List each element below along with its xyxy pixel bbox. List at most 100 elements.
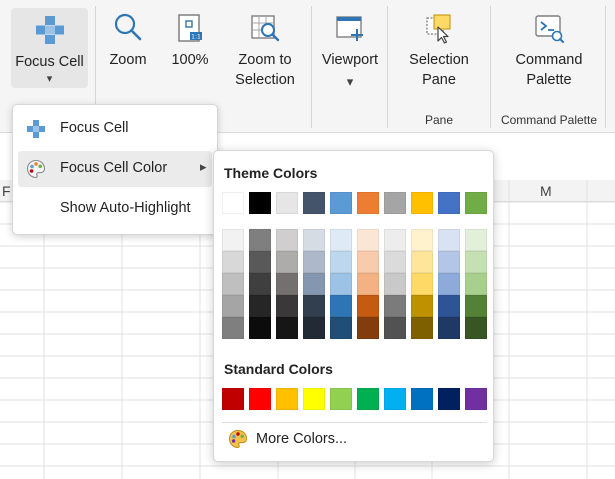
menu-item-focus-cell-color[interactable]: Focus Cell Color ▸ xyxy=(18,151,212,187)
color-swatch[interactable] xyxy=(384,273,406,295)
color-swatch[interactable] xyxy=(249,295,271,317)
color-swatch[interactable] xyxy=(357,251,379,273)
svg-text:1:1: 1:1 xyxy=(191,34,201,41)
color-swatch[interactable] xyxy=(303,251,325,273)
color-swatch[interactable] xyxy=(411,388,433,410)
color-swatch[interactable] xyxy=(222,229,244,251)
focus-cell-ribbon[interactable]: Focus Cell ▾ xyxy=(11,14,88,86)
color-swatch[interactable] xyxy=(303,273,325,295)
ribbon-separator xyxy=(311,6,312,128)
color-swatch[interactable] xyxy=(384,317,406,339)
color-swatch[interactable] xyxy=(303,388,325,410)
color-swatch[interactable] xyxy=(465,295,487,317)
color-swatch[interactable] xyxy=(411,295,433,317)
color-swatch[interactable] xyxy=(330,388,352,410)
color-swatch[interactable] xyxy=(303,295,325,317)
color-swatch[interactable] xyxy=(249,388,271,410)
focus-cell-icon xyxy=(27,120,45,138)
zoom-100-button[interactable]: 1:1 100% xyxy=(166,12,214,70)
color-swatch[interactable] xyxy=(330,251,352,273)
color-swatch[interactable] xyxy=(357,192,379,214)
zoom-label: Zoom xyxy=(109,52,147,68)
color-swatch[interactable] xyxy=(411,251,433,273)
color-swatch[interactable] xyxy=(384,388,406,410)
color-swatch[interactable] xyxy=(357,317,379,339)
color-swatch[interactable] xyxy=(222,192,244,214)
color-swatch[interactable] xyxy=(357,295,379,317)
color-swatch[interactable] xyxy=(357,273,379,295)
color-swatch[interactable] xyxy=(222,251,244,273)
color-swatch[interactable] xyxy=(249,251,271,273)
menu-item-focus-cell[interactable]: Focus Cell xyxy=(18,111,212,147)
color-swatch[interactable] xyxy=(276,229,298,251)
color-swatch[interactable] xyxy=(438,229,460,251)
color-swatch[interactable] xyxy=(222,317,244,339)
color-swatch[interactable] xyxy=(222,273,244,295)
color-swatch[interactable] xyxy=(357,229,379,251)
ribbon-separator xyxy=(490,6,491,128)
color-swatch[interactable] xyxy=(465,251,487,273)
focus-cell-menu: Focus Cell Focus Cell Color ▸ Show Auto-… xyxy=(12,104,218,235)
color-swatch[interactable] xyxy=(384,229,406,251)
color-swatch[interactable] xyxy=(276,295,298,317)
color-swatch[interactable] xyxy=(465,317,487,339)
command-palette-button[interactable]: Command Palette xyxy=(504,12,594,90)
selection-pane-button[interactable]: Selection Pane xyxy=(399,12,479,90)
theme-colors-title: Theme Colors xyxy=(224,165,318,181)
color-swatch[interactable] xyxy=(249,317,271,339)
color-swatch[interactable] xyxy=(222,295,244,317)
command-palette-group-label: Command Palette xyxy=(500,113,598,127)
color-swatch[interactable] xyxy=(465,229,487,251)
color-swatch[interactable] xyxy=(465,388,487,410)
viewport-label: Viewport xyxy=(321,52,379,68)
color-swatch[interactable] xyxy=(411,273,433,295)
standard-colors-title: Standard Colors xyxy=(224,361,333,377)
color-swatch[interactable] xyxy=(222,388,244,410)
color-swatch[interactable] xyxy=(330,229,352,251)
color-swatch[interactable] xyxy=(465,273,487,295)
command-palette-line1: Command xyxy=(515,52,583,68)
viewport-button[interactable]: Viewport ▾ xyxy=(316,12,384,92)
color-swatch[interactable] xyxy=(330,317,352,339)
color-swatch[interactable] xyxy=(303,317,325,339)
color-swatch[interactable] xyxy=(330,273,352,295)
focus-cell-icon xyxy=(35,16,64,44)
color-swatch[interactable] xyxy=(384,192,406,214)
zoom-button[interactable]: Zoom xyxy=(103,12,153,70)
color-swatch[interactable] xyxy=(249,229,271,251)
color-swatch[interactable] xyxy=(249,273,271,295)
color-swatch[interactable] xyxy=(303,192,325,214)
color-swatch[interactable] xyxy=(303,229,325,251)
color-swatch[interactable] xyxy=(357,388,379,410)
zoom-to-selection-button[interactable]: Zoom to Selection xyxy=(228,12,302,90)
color-swatch[interactable] xyxy=(411,317,433,339)
color-swatch[interactable] xyxy=(384,251,406,273)
color-swatch[interactable] xyxy=(384,295,406,317)
color-swatch[interactable] xyxy=(411,192,433,214)
color-swatch[interactable] xyxy=(330,192,352,214)
color-swatch[interactable] xyxy=(438,251,460,273)
color-swatch[interactable] xyxy=(438,317,460,339)
command-palette-icon xyxy=(535,15,564,43)
color-swatch[interactable] xyxy=(411,229,433,251)
color-swatch[interactable] xyxy=(276,192,298,214)
color-swatch[interactable] xyxy=(438,295,460,317)
more-colors-button[interactable]: More Colors... xyxy=(218,423,490,455)
color-picker-submenu: Theme Colors Standard Colors More Colors… xyxy=(213,150,494,462)
color-swatch[interactable] xyxy=(249,192,271,214)
menu-item-label: Show Auto-Highlight xyxy=(60,200,191,216)
chevron-right-icon: ▸ xyxy=(200,159,207,174)
color-swatch[interactable] xyxy=(276,388,298,410)
menu-item-show-auto-highlight[interactable]: Show Auto-Highlight xyxy=(18,191,212,227)
color-swatch[interactable] xyxy=(330,295,352,317)
menu-item-label: Focus Cell xyxy=(60,120,129,136)
viewport-icon xyxy=(336,16,363,41)
color-swatch[interactable] xyxy=(438,192,460,214)
color-swatch[interactable] xyxy=(276,317,298,339)
color-swatch[interactable] xyxy=(438,388,460,410)
pane-group-label: Pane xyxy=(424,113,454,127)
color-swatch[interactable] xyxy=(438,273,460,295)
color-swatch[interactable] xyxy=(465,192,487,214)
color-swatch[interactable] xyxy=(276,273,298,295)
color-swatch[interactable] xyxy=(276,251,298,273)
